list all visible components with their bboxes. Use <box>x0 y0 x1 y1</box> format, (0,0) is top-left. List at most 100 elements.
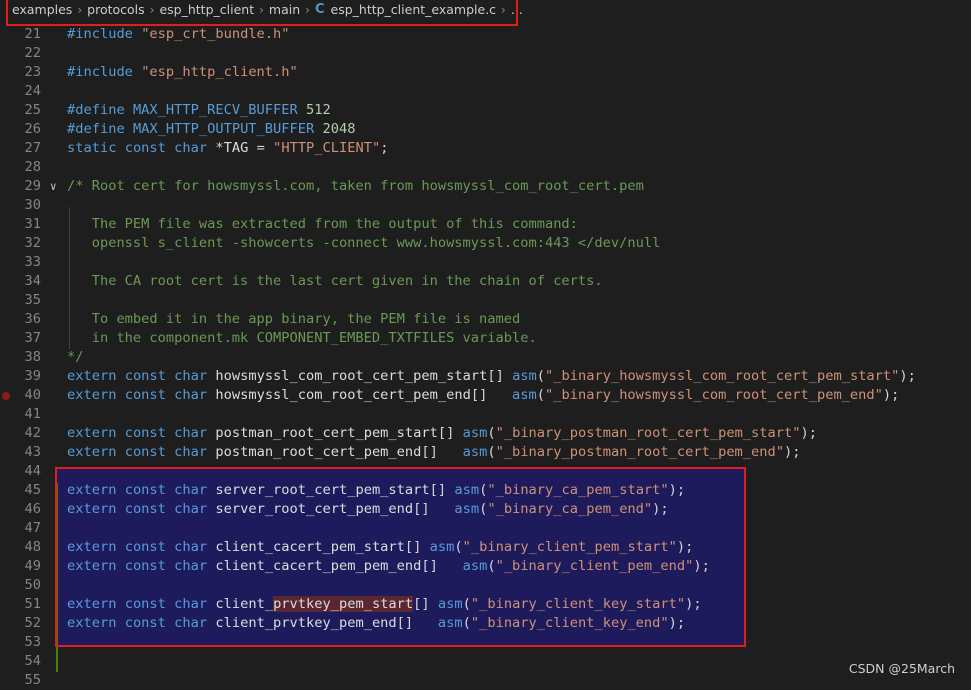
code-line[interactable]: 28 <box>0 158 971 177</box>
line-code: extern const char server_root_cert_pem_s… <box>67 481 685 500</box>
code-line[interactable]: 26 #define MAX_HTTP_OUTPUT_BUFFER 2048 <box>0 120 971 139</box>
code-token: To embed it in the app binary, the PEM f… <box>67 311 521 327</box>
line-code: extern const char howsmyssl_com_root_cer… <box>67 386 899 405</box>
code-token: #define <box>67 102 125 118</box>
code-line[interactable]: 30 <box>0 196 971 215</box>
code-line[interactable]: 45 extern const char server_root_cert_pem… <box>0 481 971 500</box>
line-number: 31 <box>24 216 41 232</box>
code-line[interactable]: 39 extern const char howsmyssl_com_root_c… <box>0 367 971 386</box>
breadcrumb-symbol-ellipsis[interactable]: ... <box>511 2 523 17</box>
code-line[interactable]: 38 */ <box>0 348 971 367</box>
code-line[interactable]: 25 #define MAX_HTTP_RECV_BUFFER 512 <box>0 101 971 120</box>
line-number: 43 <box>24 444 41 460</box>
breadcrumb-esp-http-client[interactable]: esp_http_client <box>159 2 254 17</box>
line-number: 47 <box>24 520 41 536</box>
code-token: "HTTP_CLIENT" <box>273 140 381 156</box>
breadcrumb-file[interactable]: esp_http_client_example.c <box>331 2 497 17</box>
code-line[interactable]: 53 <box>0 633 971 652</box>
code-line[interactable]: 29 ∨ /* Root cert for howsmyssl.com, taken… <box>0 177 971 196</box>
code-token: const <box>124 368 166 384</box>
code-token: char <box>174 140 208 156</box>
code-token: ); <box>676 539 694 555</box>
breadcrumb-protocols[interactable]: protocols <box>87 2 145 17</box>
code-token: "_binary_client_key_start" <box>470 596 686 612</box>
code-line[interactable]: 49 extern const char client_cacert_pem_pe… <box>0 557 971 576</box>
code-token: "_binary_ca_pem_end" <box>487 501 653 517</box>
code-line[interactable]: 37 in the component.mk COMPONENT_EMBED_T… <box>0 329 971 348</box>
line-number: 28 <box>24 159 41 175</box>
line-number: 39 <box>24 368 41 384</box>
code-token: 2048 <box>322 121 356 137</box>
code-line[interactable]: 23 #include "esp_http_client.h" <box>0 63 971 82</box>
line-code: extern const char postman_root_cert_pem_… <box>67 443 800 462</box>
line-code: extern const char client_cacert_pem_star… <box>67 538 693 557</box>
code-line[interactable]: 34 The CA root cert is the last cert giv… <box>0 272 971 291</box>
code-token: "_binary_client_pem_start" <box>462 539 677 555</box>
code-line[interactable]: 55 <box>0 671 971 690</box>
code-line[interactable]: 36 To embed it in the app binary, the PE… <box>0 310 971 329</box>
code-token: postman_root_cert_pem_start <box>215 425 438 441</box>
code-line[interactable]: 35 <box>0 291 971 310</box>
code-token: extern <box>67 558 117 574</box>
code-editor[interactable]: 21 #include "esp_crt_bundle.h" 22 23 #includ… <box>0 19 971 688</box>
code-token: server_root_cert_pem_end <box>215 501 414 517</box>
code-token: const <box>124 501 166 517</box>
line-number: 42 <box>24 425 41 441</box>
code-token: ); <box>899 368 916 384</box>
breadcrumb-examples[interactable]: examples <box>12 2 72 17</box>
fold-chevron-icon[interactable]: ∨ <box>50 177 57 196</box>
c-file-icon: C <box>314 2 325 17</box>
code-token: #define <box>67 121 125 137</box>
code-token: [] <box>437 425 463 441</box>
line-number: 25 <box>24 102 41 118</box>
code-line[interactable]: 52 extern const char client_prvtkey_pem_e… <box>0 614 971 633</box>
code-line[interactable]: 46 extern const char server_root_cert_pem… <box>0 500 971 519</box>
code-line[interactable]: 54 <box>0 652 971 671</box>
code-token: ); <box>882 387 900 403</box>
line-number: 29 <box>24 178 41 194</box>
code-token: ( <box>487 558 496 574</box>
code-line[interactable]: 47 <box>0 519 971 538</box>
code-line[interactable]: 27 static const char *TAG = "HTTP_CLIENT"… <box>0 139 971 158</box>
breadcrumb-main[interactable]: main <box>269 2 300 17</box>
indent-guide <box>69 207 70 349</box>
code-line[interactable]: 51 extern const char client_prvtkey_pem_s… <box>0 595 971 614</box>
code-token: prvtkey_pem_start <box>273 596 414 612</box>
line-code: #include "esp_http_client.h" <box>67 63 298 82</box>
code-token: [] <box>421 444 463 460</box>
code-token: ); <box>693 558 710 574</box>
code-token: #include <box>67 26 133 42</box>
code-token: "_binary_postman_root_cert_pem_start" <box>495 425 801 441</box>
code-line[interactable]: 48 extern const char client_cacert_pem_st… <box>0 538 971 557</box>
code-line[interactable]: 41 <box>0 405 971 424</box>
code-token: server_root_cert_pem_start <box>215 482 430 498</box>
line-number: 40 <box>24 387 41 403</box>
modified-lines-indicator <box>56 483 58 672</box>
chevron-right-icon: › <box>259 2 264 17</box>
line-number: 22 <box>24 45 41 61</box>
code-token: openssl s_client -showcerts -connect www… <box>67 235 661 251</box>
code-line[interactable]: 43 extern const char postman_root_cert_pe… <box>0 443 971 462</box>
line-number: 54 <box>24 653 41 669</box>
code-line[interactable]: 42 extern const char postman_root_cert_pe… <box>0 424 971 443</box>
code-token: extern <box>67 501 117 517</box>
code-line[interactable]: 22 <box>0 44 971 63</box>
code-line[interactable]: 50 <box>0 576 971 595</box>
code-token: [] <box>404 539 430 555</box>
code-token: const <box>124 425 166 441</box>
line-code: extern const char postman_root_cert_pem_… <box>67 424 817 443</box>
code-token: "_binary_client_key_end" <box>470 615 669 631</box>
code-line[interactable]: 21 #include "esp_crt_bundle.h" <box>0 25 971 44</box>
code-line[interactable]: 32 openssl s_client -showcerts -connect … <box>0 234 971 253</box>
code-token: asm <box>437 615 463 631</box>
code-line[interactable]: 44 <box>0 462 971 481</box>
code-line[interactable]: 24 <box>0 82 971 101</box>
code-line[interactable]: 40 extern const char howsmyssl_com_root_c… <box>0 386 971 405</box>
code-line[interactable]: 33 <box>0 253 971 272</box>
code-line[interactable]: 31 The PEM file was extracted from the o… <box>0 215 971 234</box>
